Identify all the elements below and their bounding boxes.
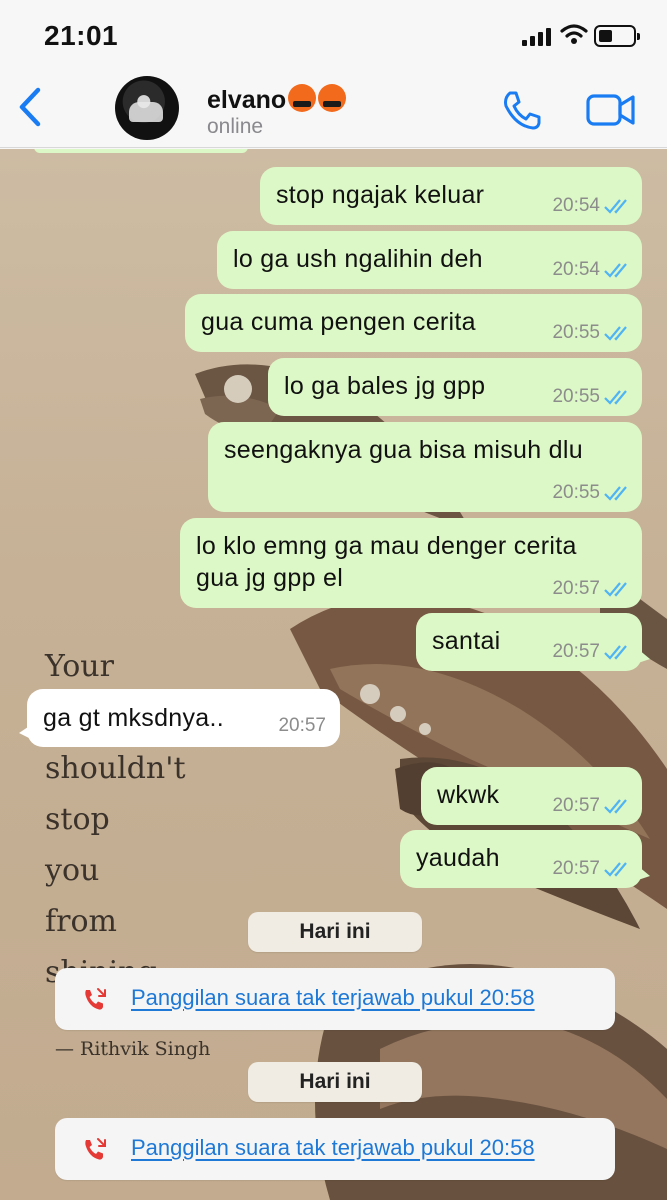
message-text: stop ngajak keluar [276, 181, 485, 209]
enraged-face-emoji-icon [288, 84, 317, 112]
message-text: yaudah [416, 844, 500, 872]
quote-line: shouldn't [45, 751, 186, 786]
contact-status: online [207, 115, 264, 138]
double-check-read-icon [604, 645, 627, 660]
double-check-read-icon [604, 326, 627, 341]
message-time: 20:55 [552, 482, 600, 503]
double-check-read-icon [604, 582, 627, 597]
double-check-read-icon [604, 486, 627, 501]
message-text: seengaknya gua bisa misuh dlu [224, 436, 583, 464]
message-time: 20:57 [552, 641, 600, 662]
contact-name[interactable]: elvano [207, 84, 347, 115]
double-check-read-icon [604, 263, 627, 278]
double-check-read-icon [604, 799, 627, 814]
message-text: lo ga ush ngalihin deh [233, 245, 483, 273]
previous-message-edge [34, 149, 248, 153]
message-time: 20:57 [278, 715, 326, 736]
message-time: 20:55 [552, 322, 600, 343]
message-bubble-outgoing[interactable]: gua cuma pengen cerita 20:55 [185, 294, 642, 352]
status-bar: 21:01 [0, 0, 667, 70]
message-text-line-2: gua jg gpp el [196, 564, 344, 592]
message-time: 20:57 [552, 858, 600, 879]
missed-call-notice[interactable]: Panggilan suara tak terjawab pukul 20:58 [55, 1118, 615, 1180]
missed-call-text[interactable]: Panggilan suara tak terjawab pukul 20:58 [131, 985, 535, 1011]
message-text: lo ga bales jg gpp [284, 372, 486, 400]
missed-call-text[interactable]: Panggilan suara tak terjawab pukul 20:58 [131, 1135, 535, 1161]
chat-area[interactable]: Your shouldn't stop you from shining — R… [0, 149, 667, 1200]
chat-header: elvano online [0, 70, 667, 148]
phone-icon[interactable] [500, 88, 544, 132]
chevron-left-icon[interactable] [10, 82, 50, 132]
message-bubble-outgoing[interactable]: stop ngajak keluar 20:54 [260, 167, 642, 225]
message-time: 20:55 [552, 386, 600, 407]
quote-line: you [45, 853, 100, 888]
message-time: 20:54 [552, 195, 600, 216]
contact-name-text: elvano [207, 86, 287, 114]
double-check-read-icon [604, 862, 627, 877]
message-text: ga gt mksdnya.. [43, 704, 224, 732]
message-bubble-outgoing[interactable]: yaudah 20:57 [400, 830, 650, 888]
status-time: 21:01 [44, 20, 119, 51]
message-bubble-outgoing[interactable]: wkwk 20:57 [421, 767, 642, 825]
date-divider: Hari ini [248, 1062, 422, 1102]
double-check-read-icon [604, 199, 627, 214]
double-check-read-icon [604, 390, 627, 405]
cellular-signal-icon [522, 28, 554, 46]
battery-icon [594, 25, 640, 47]
message-bubble-outgoing[interactable]: seengaknya gua bisa misuh dlu 20:55 [208, 422, 642, 512]
message-bubble-outgoing[interactable]: santai 20:57 [416, 613, 650, 671]
quote-line: from [45, 904, 117, 939]
message-time: 20:57 [552, 578, 600, 599]
message-bubble-outgoing[interactable]: lo klo emng ga mau denger cerita gua jg … [180, 518, 642, 608]
message-text: wkwk [437, 781, 500, 809]
message-bubble-incoming[interactable]: ga gt mksdnya.. 20:57 [19, 689, 340, 747]
message-time: 20:54 [552, 259, 600, 280]
missed-call-icon [85, 988, 106, 1010]
message-text: gua cuma pengen cerita [201, 308, 476, 336]
contact-avatar[interactable] [115, 76, 179, 140]
wifi-icon [560, 24, 588, 44]
quote-line: stop [45, 802, 110, 837]
message-bubble-outgoing[interactable]: lo ga ush ngalihin deh 20:54 [217, 231, 642, 289]
date-divider: Hari ini [248, 912, 422, 952]
missed-call-icon [85, 1138, 106, 1160]
video-camera-icon[interactable] [586, 92, 636, 128]
quote-author: — Rithvik Singh [55, 1038, 211, 1060]
message-text-line-1: lo klo emng ga mau denger cerita [196, 532, 577, 560]
enraged-face-emoji-icon [318, 84, 347, 112]
quote-line: Your [45, 649, 114, 684]
message-time: 20:57 [552, 795, 600, 816]
message-text: santai [432, 627, 501, 655]
message-bubble-outgoing[interactable]: lo ga bales jg gpp 20:55 [268, 358, 642, 416]
missed-call-notice[interactable]: Panggilan suara tak terjawab pukul 20:58 [55, 968, 615, 1030]
